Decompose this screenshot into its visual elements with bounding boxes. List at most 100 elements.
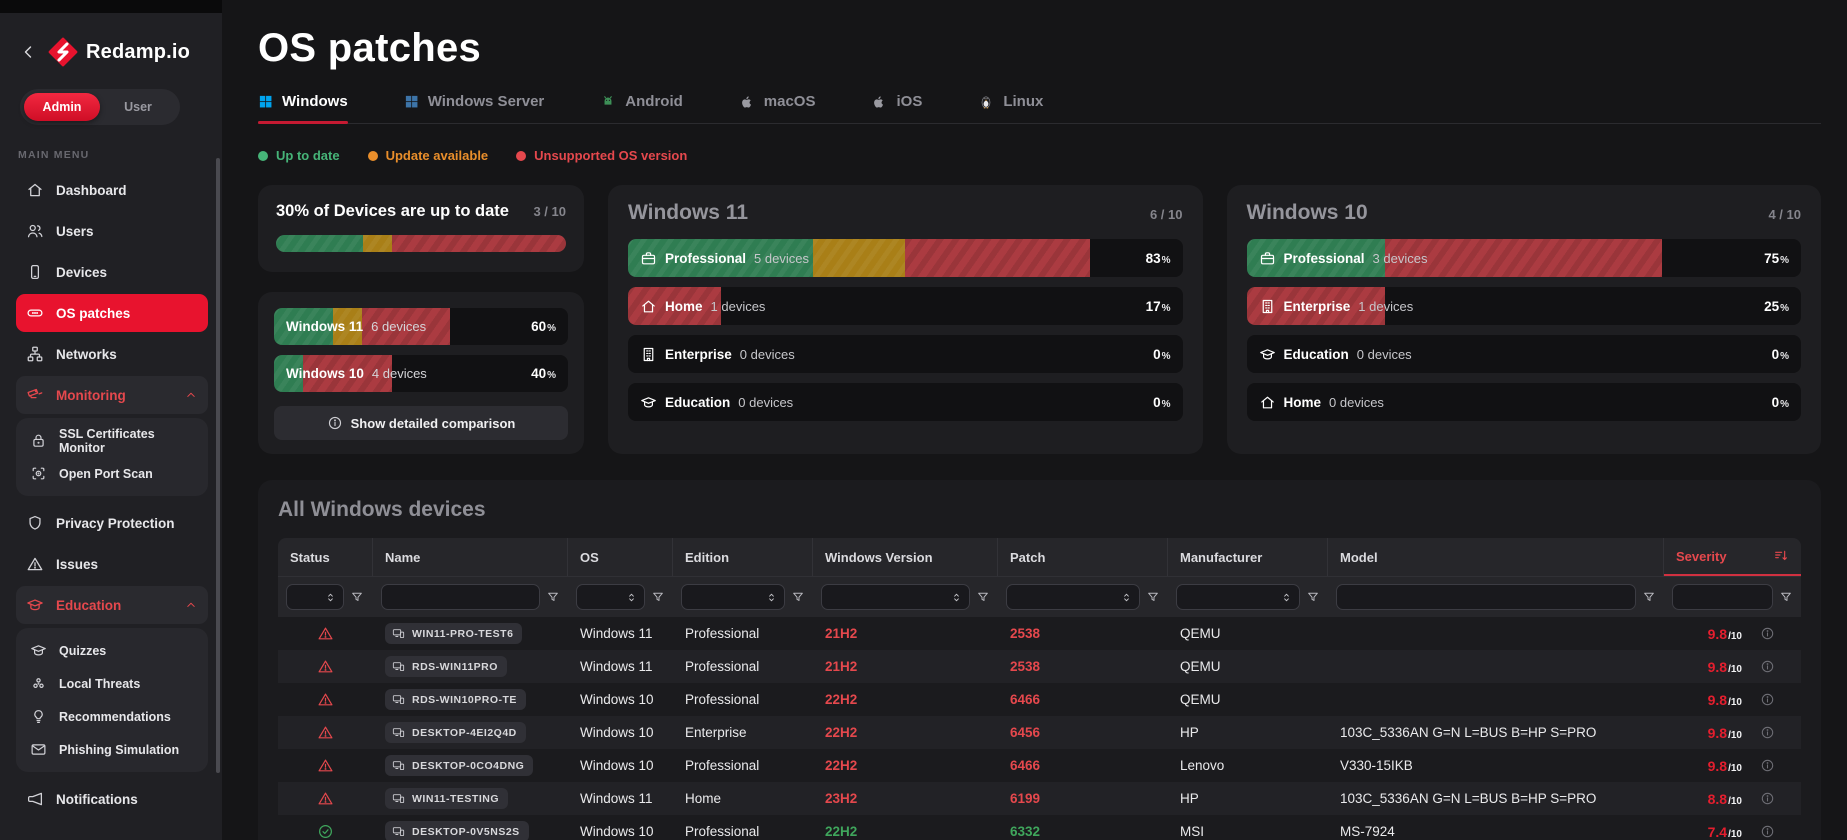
sidebar-item-quizzes[interactable]: Quizzes — [20, 634, 204, 667]
patch-filter-select[interactable] — [1006, 584, 1140, 610]
edition-row-home: Home 1 devices 17% — [628, 287, 1183, 325]
filter-funnel-icon[interactable] — [1146, 590, 1160, 604]
card-ratio: 6 / 10 — [1149, 207, 1183, 222]
sidebar-item-open-port-scan[interactable]: Open Port Scan — [20, 457, 204, 490]
select-chevrons-icon — [950, 591, 963, 604]
collapse-sidebar-button[interactable] — [18, 42, 38, 62]
filter-funnel-icon[interactable] — [791, 590, 805, 604]
table-row[interactable]: DESKTOP-0V5NS2S Windows 10 Professional … — [278, 815, 1801, 840]
windows-icon — [404, 94, 419, 109]
device-name-chip: RDS-WIN11PRO — [385, 656, 507, 677]
comparison-row-windows10: Windows 10 4 devices 40% — [274, 355, 568, 392]
name-filter-input[interactable] — [381, 584, 540, 610]
brand-logo[interactable]: Redamp.io — [48, 37, 190, 67]
sidebar-item-education[interactable]: Education — [16, 586, 208, 624]
column-header-edition[interactable]: Edition — [673, 538, 813, 576]
sort-icon[interactable] — [1773, 548, 1789, 564]
building-icon — [640, 346, 657, 363]
info-icon[interactable] — [1760, 824, 1775, 839]
filter-funnel-icon[interactable] — [546, 590, 560, 604]
column-header-manufacturer[interactable]: Manufacturer — [1168, 538, 1328, 576]
filter-funnel-icon[interactable] — [1642, 590, 1656, 604]
filter-funnel-icon[interactable] — [1779, 590, 1793, 604]
sidebar-item-dashboard[interactable]: Dashboard — [16, 171, 208, 209]
windows11-card: Windows 11 6 / 10 Professional 5 devices… — [608, 185, 1203, 454]
info-icon[interactable] — [1760, 758, 1775, 773]
check-circle-icon — [317, 823, 334, 840]
table-row[interactable]: WIN11-TESTING Windows 11 Home 23H2 6199 … — [278, 782, 1801, 815]
percent-value: 60% — [531, 319, 556, 334]
patch-icon — [26, 304, 44, 322]
red-dot-icon — [516, 150, 527, 161]
tab-ios[interactable]: iOS — [871, 93, 922, 123]
android-icon — [600, 94, 616, 110]
table-row[interactable]: RDS-WIN11PRO Windows 11 Professional 21H… — [278, 650, 1801, 683]
edition-filter-select[interactable] — [681, 584, 785, 610]
column-header-status[interactable]: Status — [278, 538, 373, 576]
sidebar-item-users[interactable]: Users — [16, 212, 208, 250]
manufacturer-filter-select[interactable] — [1176, 584, 1300, 610]
filter-funnel-icon[interactable] — [651, 590, 665, 604]
info-icon[interactable] — [1760, 626, 1775, 641]
severity-filter-input[interactable] — [1672, 584, 1773, 610]
building-icon — [1259, 298, 1276, 315]
model-filter-input[interactable] — [1336, 584, 1636, 610]
table-row[interactable]: DESKTOP-4EI2Q4D Windows 10 Enterprise 22… — [278, 716, 1801, 749]
severity-score: 9.8/10 — [1707, 757, 1742, 774]
graduation-cap-icon — [1259, 346, 1276, 363]
severity-score: 9.8/10 — [1707, 691, 1742, 708]
briefcase-icon — [1259, 250, 1276, 267]
show-detailed-comparison-button[interactable]: Show detailed comparison — [274, 406, 568, 440]
status-filter-select[interactable] — [286, 584, 344, 610]
filter-funnel-icon[interactable] — [976, 590, 990, 604]
devices-icon — [392, 792, 405, 805]
comparison-card: Windows 11 6 devices 60% Windows 10 4 de… — [258, 292, 584, 454]
device-name-chip: DESKTOP-0V5NS2S — [385, 821, 529, 840]
severity-score: 9.8/10 — [1707, 625, 1742, 642]
monitoring-submenu: SSL Certificates Monitor Open Port Scan — [16, 418, 208, 496]
sidebar-item-ssl-certificates[interactable]: SSL Certificates Monitor — [20, 424, 204, 457]
edition-row-professional: Professional 5 devices 83% — [628, 239, 1183, 277]
filter-funnel-icon[interactable] — [1306, 590, 1320, 604]
tab-windows-server[interactable]: Windows Server — [404, 93, 544, 123]
column-header-severity[interactable]: Severity — [1664, 538, 1801, 576]
sidebar-item-recommendations[interactable]: Recommendations — [20, 700, 204, 733]
severity-score: 9.8/10 — [1707, 658, 1742, 675]
info-icon[interactable] — [1760, 791, 1775, 806]
column-header-os[interactable]: OS — [568, 538, 673, 576]
tab-windows[interactable]: Windows — [258, 93, 348, 124]
info-icon[interactable] — [1760, 659, 1775, 674]
table-row[interactable]: WIN11-PRO-TEST6 Windows 11 Professional … — [278, 617, 1801, 650]
sidebar-item-local-threats[interactable]: Local Threats — [20, 667, 204, 700]
sidebar-item-os-patches[interactable]: OS patches — [16, 294, 208, 332]
tab-android[interactable]: Android — [600, 93, 683, 123]
devices-icon — [392, 660, 405, 673]
column-header-windows-version[interactable]: Windows Version — [813, 538, 998, 576]
role-user-button[interactable]: User — [100, 93, 176, 121]
sidebar-scrollbar[interactable] — [216, 158, 220, 773]
home-icon — [26, 181, 44, 199]
sidebar-item-privacy-protection[interactable]: Privacy Protection — [16, 504, 208, 542]
shield-icon — [26, 514, 44, 532]
column-header-patch[interactable]: Patch — [998, 538, 1168, 576]
tab-macos[interactable]: macOS — [739, 93, 815, 123]
os-filter-select[interactable] — [576, 584, 645, 610]
info-icon[interactable] — [1760, 725, 1775, 740]
role-admin-button[interactable]: Admin — [24, 93, 100, 121]
table-row[interactable]: DESKTOP-0CO4DNG Windows 10 Professional … — [278, 749, 1801, 782]
windows-version-filter-select[interactable] — [821, 584, 970, 610]
warning-icon — [317, 724, 334, 741]
info-icon[interactable] — [1760, 692, 1775, 707]
column-header-name[interactable]: Name — [373, 538, 568, 576]
sidebar-item-notifications[interactable]: Notifications — [16, 780, 208, 818]
tab-linux[interactable]: Linux — [978, 93, 1043, 123]
sidebar-item-phishing-simulation[interactable]: Phishing Simulation — [20, 733, 204, 766]
sidebar-item-issues[interactable]: Issues — [16, 545, 208, 583]
sidebar-item-devices[interactable]: Devices — [16, 253, 208, 291]
table-row[interactable]: RDS-WIN10PRO-TE Windows 10 Professional … — [278, 683, 1801, 716]
filter-funnel-icon[interactable] — [350, 590, 364, 604]
column-header-model[interactable]: Model — [1328, 538, 1664, 576]
sidebar-item-monitoring[interactable]: Monitoring — [16, 376, 208, 414]
table-header-row: Status Name OS Edition Windows Version P… — [278, 538, 1801, 576]
sidebar-item-networks[interactable]: Networks — [16, 335, 208, 373]
